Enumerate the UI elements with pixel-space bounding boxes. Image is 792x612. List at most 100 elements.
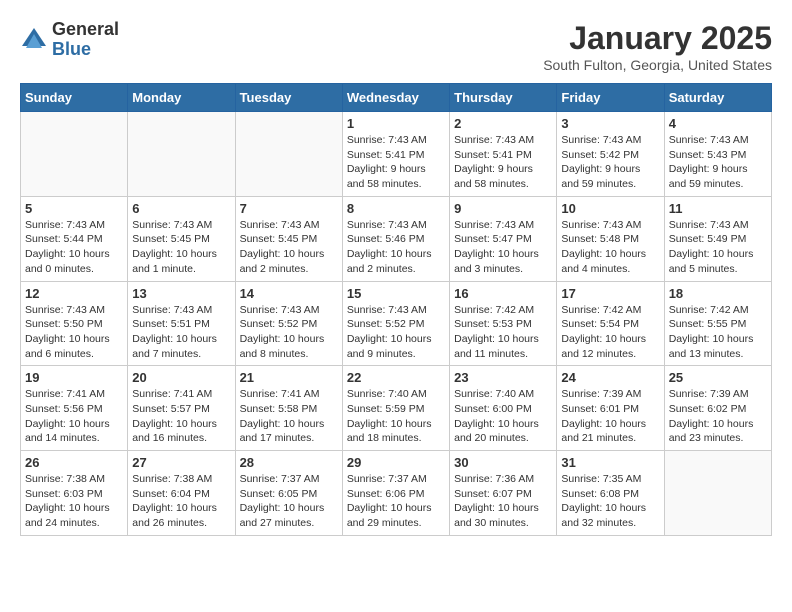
calendar-week-2: 5Sunrise: 7:43 AM Sunset: 5:44 PM Daylig… [21, 196, 772, 281]
calendar-cell: 18 Sunrise: 7:42 AM Sunset: 5:55 PM Dayli… [664, 281, 771, 366]
day-info: Sunrise: 7:43 AM Sunset: 5:51 PM Dayligh… [132, 303, 230, 362]
day-info: Sunrise: 7:43 AM Sunset: 5:52 PM Dayligh… [347, 303, 445, 362]
day-number: 18 [669, 286, 767, 301]
calendar-week-1: 1 Sunrise: 7:43 AM Sunset: 5:41 PM Daylig… [21, 112, 772, 197]
day-number: 19 [25, 370, 123, 385]
day-info: Sunrise: 7:38 AM Sunset: 6:03 PM Dayligh… [25, 472, 123, 531]
day-info: Sunrise: 7:39 AM Sunset: 6:02 PM Dayligh… [669, 387, 767, 446]
day-number: 2 [454, 116, 552, 131]
day-info: Sunrise: 7:42 AM Sunset: 5:53 PM Dayligh… [454, 303, 552, 362]
page-header: General Blue January 2025 South Fulton, … [20, 20, 772, 73]
day-number: 26 [25, 455, 123, 470]
day-info: Sunrise: 7:43 AM Sunset: 5:42 PM Dayligh… [561, 133, 659, 192]
calendar-cell: 24Sunrise: 7:39 AM Sunset: 6:01 PM Dayli… [557, 366, 664, 451]
day-number: 11 [669, 201, 767, 216]
day-info: Sunrise: 7:37 AM Sunset: 6:05 PM Dayligh… [240, 472, 338, 531]
calendar-cell: 6 Sunrise: 7:43 AM Sunset: 5:45 PM Daylig… [128, 196, 235, 281]
title-section: January 2025 South Fulton, Georgia, Unit… [543, 20, 772, 73]
day-number: 1 [347, 116, 445, 131]
calendar-cell: 20 Sunrise: 7:41 AM Sunset: 5:57 PM Dayli… [128, 366, 235, 451]
calendar-table: SundayMondayTuesdayWednesdayThursdayFrid… [20, 83, 772, 536]
day-info: Sunrise: 7:43 AM Sunset: 5:41 PM Dayligh… [454, 133, 552, 192]
day-info: Sunrise: 7:43 AM Sunset: 5:47 PM Dayligh… [454, 218, 552, 277]
day-info: Sunrise: 7:38 AM Sunset: 6:04 PM Dayligh… [132, 472, 230, 531]
calendar-cell: 8 Sunrise: 7:43 AM Sunset: 5:46 PM Daylig… [342, 196, 449, 281]
calendar-cell: 4Sunrise: 7:43 AM Sunset: 5:43 PM Daylig… [664, 112, 771, 197]
day-number: 8 [347, 201, 445, 216]
day-number: 13 [132, 286, 230, 301]
day-number: 31 [561, 455, 659, 470]
day-info: Sunrise: 7:41 AM Sunset: 5:56 PM Dayligh… [25, 387, 123, 446]
calendar-cell: 11 Sunrise: 7:43 AM Sunset: 5:49 PM Dayli… [664, 196, 771, 281]
calendar-cell: 23 Sunrise: 7:40 AM Sunset: 6:00 PM Dayli… [450, 366, 557, 451]
weekday-header-thursday: Thursday [450, 84, 557, 112]
calendar-cell: 26 Sunrise: 7:38 AM Sunset: 6:03 PM Dayli… [21, 451, 128, 536]
calendar-cell: 10 Sunrise: 7:43 AM Sunset: 5:48 PM Dayli… [557, 196, 664, 281]
day-info: Sunrise: 7:43 AM Sunset: 5:45 PM Dayligh… [240, 218, 338, 277]
calendar-cell: 15 Sunrise: 7:43 AM Sunset: 5:52 PM Dayli… [342, 281, 449, 366]
day-number: 20 [132, 370, 230, 385]
day-number: 14 [240, 286, 338, 301]
calendar-cell: 27 Sunrise: 7:38 AM Sunset: 6:04 PM Dayli… [128, 451, 235, 536]
day-number: 17 [561, 286, 659, 301]
day-info: Sunrise: 7:43 AM Sunset: 5:43 PM Dayligh… [669, 133, 767, 192]
weekday-header-monday: Monday [128, 84, 235, 112]
day-info: Sunrise: 7:43 AM Sunset: 5:49 PM Dayligh… [669, 218, 767, 277]
weekday-header-sunday: Sunday [21, 84, 128, 112]
calendar-cell: 25 Sunrise: 7:39 AM Sunset: 6:02 PM Dayli… [664, 366, 771, 451]
weekday-header-wednesday: Wednesday [342, 84, 449, 112]
calendar-cell: 7 Sunrise: 7:43 AM Sunset: 5:45 PM Daylig… [235, 196, 342, 281]
calendar-cell: 30 Sunrise: 7:36 AM Sunset: 6:07 PM Dayli… [450, 451, 557, 536]
calendar-cell: 12Sunrise: 7:43 AM Sunset: 5:50 PM Dayli… [21, 281, 128, 366]
day-number: 29 [347, 455, 445, 470]
weekday-header-row: SundayMondayTuesdayWednesdayThursdayFrid… [21, 84, 772, 112]
day-info: Sunrise: 7:42 AM Sunset: 5:54 PM Dayligh… [561, 303, 659, 362]
calendar-cell [235, 112, 342, 197]
day-info: Sunrise: 7:43 AM Sunset: 5:46 PM Dayligh… [347, 218, 445, 277]
day-number: 10 [561, 201, 659, 216]
day-number: 30 [454, 455, 552, 470]
calendar-cell: 31 Sunrise: 7:35 AM Sunset: 6:08 PM Dayli… [557, 451, 664, 536]
day-info: Sunrise: 7:40 AM Sunset: 5:59 PM Dayligh… [347, 387, 445, 446]
day-info: Sunrise: 7:43 AM Sunset: 5:41 PM Dayligh… [347, 133, 445, 192]
logo-blue: Blue [52, 40, 119, 60]
day-number: 27 [132, 455, 230, 470]
weekday-header-tuesday: Tuesday [235, 84, 342, 112]
calendar-cell: 19 Sunrise: 7:41 AM Sunset: 5:56 PM Dayli… [21, 366, 128, 451]
calendar-cell: 14Sunrise: 7:43 AM Sunset: 5:52 PM Dayli… [235, 281, 342, 366]
day-number: 23 [454, 370, 552, 385]
location: South Fulton, Georgia, United States [543, 57, 772, 73]
day-info: Sunrise: 7:41 AM Sunset: 5:57 PM Dayligh… [132, 387, 230, 446]
day-info: Sunrise: 7:42 AM Sunset: 5:55 PM Dayligh… [669, 303, 767, 362]
day-info: Sunrise: 7:40 AM Sunset: 6:00 PM Dayligh… [454, 387, 552, 446]
weekday-header-friday: Friday [557, 84, 664, 112]
logo: General Blue [20, 20, 119, 60]
calendar-cell: 16Sunrise: 7:42 AM Sunset: 5:53 PM Dayli… [450, 281, 557, 366]
day-info: Sunrise: 7:36 AM Sunset: 6:07 PM Dayligh… [454, 472, 552, 531]
calendar-cell: 17 Sunrise: 7:42 AM Sunset: 5:54 PM Dayli… [557, 281, 664, 366]
calendar-cell [21, 112, 128, 197]
calendar-cell [664, 451, 771, 536]
calendar-cell: 13 Sunrise: 7:43 AM Sunset: 5:51 PM Dayli… [128, 281, 235, 366]
calendar-cell: 28 Sunrise: 7:37 AM Sunset: 6:05 PM Dayli… [235, 451, 342, 536]
day-number: 6 [132, 201, 230, 216]
calendar-cell [128, 112, 235, 197]
day-number: 28 [240, 455, 338, 470]
weekday-header-saturday: Saturday [664, 84, 771, 112]
day-info: Sunrise: 7:41 AM Sunset: 5:58 PM Dayligh… [240, 387, 338, 446]
day-info: Sunrise: 7:43 AM Sunset: 5:48 PM Dayligh… [561, 218, 659, 277]
day-number: 7 [240, 201, 338, 216]
day-number: 9 [454, 201, 552, 216]
day-info: Sunrise: 7:43 AM Sunset: 5:44 PM Dayligh… [25, 218, 123, 277]
calendar-cell: 1 Sunrise: 7:43 AM Sunset: 5:41 PM Daylig… [342, 112, 449, 197]
calendar-week-4: 19 Sunrise: 7:41 AM Sunset: 5:56 PM Dayli… [21, 366, 772, 451]
calendar-week-5: 26 Sunrise: 7:38 AM Sunset: 6:03 PM Dayli… [21, 451, 772, 536]
day-number: 25 [669, 370, 767, 385]
day-number: 15 [347, 286, 445, 301]
day-info: Sunrise: 7:43 AM Sunset: 5:45 PM Dayligh… [132, 218, 230, 277]
day-number: 12 [25, 286, 123, 301]
day-number: 3 [561, 116, 659, 131]
month-title: January 2025 [543, 20, 772, 57]
day-info: Sunrise: 7:35 AM Sunset: 6:08 PM Dayligh… [561, 472, 659, 531]
day-number: 22 [347, 370, 445, 385]
